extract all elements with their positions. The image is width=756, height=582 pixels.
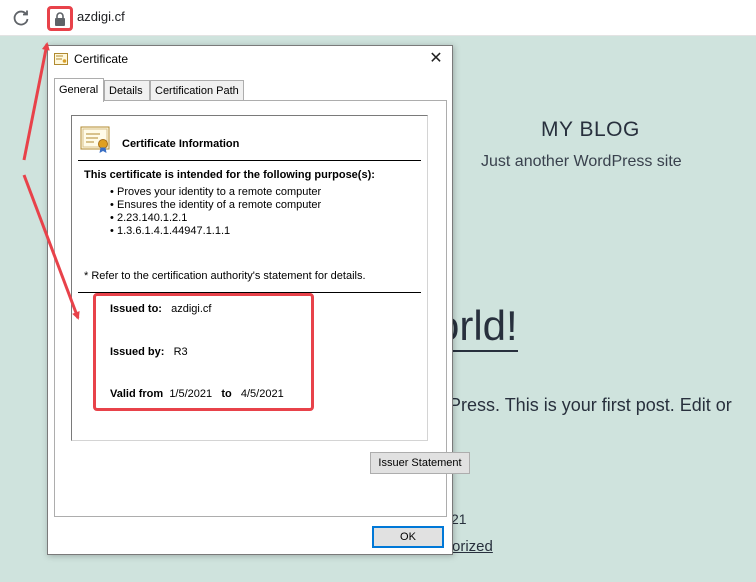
lock-icon[interactable] — [54, 12, 66, 26]
post-category-link[interactable]: orized — [452, 538, 493, 555]
certificate-small-icon — [54, 53, 68, 65]
arrow-up-to-lock — [22, 42, 50, 161]
reload-icon[interactable] — [12, 9, 30, 27]
purpose-list: Proves your identity to a remote compute… — [110, 186, 321, 238]
address-bar-url[interactable]: azdigi.cf — [77, 9, 125, 24]
site-title[interactable]: MY BLOG — [541, 118, 640, 142]
purpose-heading: This certificate is intended for the fol… — [84, 169, 375, 181]
purpose-item: Proves your identity to a remote compute… — [110, 186, 321, 199]
tab-general[interactable]: General — [54, 78, 104, 102]
certificate-info-heading: Certificate Information — [122, 138, 240, 150]
refer-note: * Refer to the certification authority's… — [84, 270, 366, 282]
divider-top — [78, 160, 421, 161]
purpose-item: Ensures the identity of a remote compute… — [110, 199, 321, 212]
issued-details-highlight — [93, 293, 314, 411]
certificate-icon — [80, 126, 110, 153]
post-date: 21 — [451, 511, 467, 527]
close-button[interactable]: ✕ — [428, 50, 444, 66]
browser-toolbar: azdigi.cf — [0, 0, 756, 36]
post-excerpt: Press. This is your first post. Edit or — [449, 395, 732, 415]
purpose-item: 1.3.6.1.4.1.44947.1.1.1 — [110, 225, 321, 238]
lock-highlight-box — [47, 6, 73, 31]
issuer-statement-button[interactable]: Issuer Statement — [370, 452, 470, 474]
purpose-item: 2.23.140.1.2.1 — [110, 212, 321, 225]
tab-certification-path[interactable]: Certification Path — [150, 80, 244, 101]
dialog-title: Certificate — [74, 52, 129, 66]
site-tagline: Just another WordPress site — [481, 153, 682, 170]
ok-button[interactable]: OK — [372, 526, 444, 548]
tab-details[interactable]: Details — [104, 80, 150, 101]
